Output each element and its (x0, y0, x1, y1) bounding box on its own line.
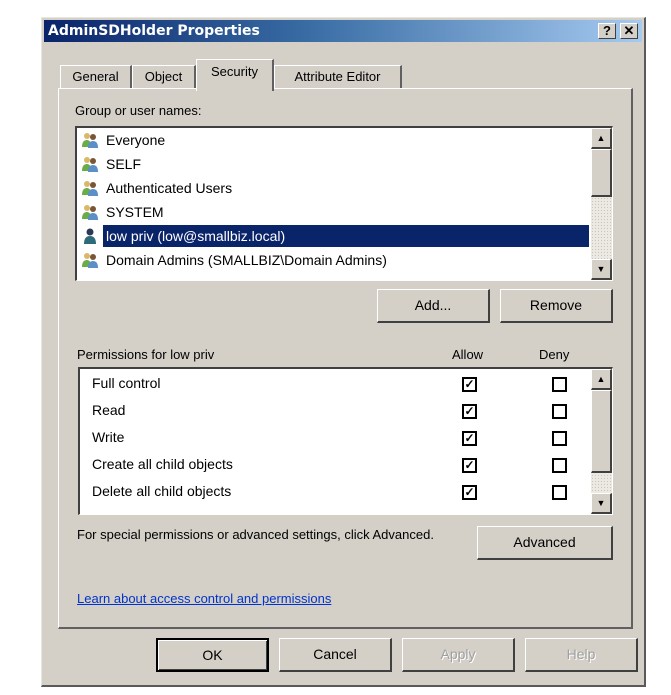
tab-object[interactable]: Object (132, 65, 196, 89)
tab-attribute-editor[interactable]: Attribute Editor (274, 65, 402, 89)
principal-name: Domain Admins (SMALLBIZ\Domain Admins) (106, 252, 387, 268)
permission-row: Read ✓ (80, 398, 612, 425)
group-icon (81, 204, 99, 220)
allow-checkbox[interactable]: ✓ (462, 485, 477, 500)
principal-name: Everyone (106, 132, 166, 148)
ok-button[interactable]: OK (156, 638, 269, 672)
permission-name: Create all child objects (92, 456, 233, 472)
principals-listbox[interactable]: Everyone SELF Authenticated Users SYSTEM low… (75, 126, 613, 281)
permission-row: Write ✓ (80, 425, 612, 452)
tab-general[interactable]: General (60, 65, 132, 89)
scroll-thumb[interactable] (591, 390, 612, 473)
group-icon (81, 132, 99, 148)
advanced-button[interactable]: Advanced (477, 526, 613, 560)
deny-checkbox[interactable] (552, 458, 567, 473)
principal-list-item[interactable]: Everyone (79, 129, 589, 151)
properties-dialog: AdminSDHolder Properties ? ✕ General Obj… (41, 17, 646, 687)
principal-list-item[interactable]: SYSTEM (79, 201, 589, 223)
scroll-up-button[interactable]: ▲ (591, 128, 612, 149)
deny-checkbox[interactable] (552, 431, 567, 446)
security-tab-panel: Group or user names: Everyone SELF Authent… (58, 88, 633, 629)
apply-button[interactable]: Apply (402, 638, 515, 672)
add-button[interactable]: Add... (377, 289, 490, 323)
deny-checkbox[interactable] (552, 485, 567, 500)
permission-row: Create all child objects ✓ (80, 452, 612, 479)
help-title-button[interactable]: ? (598, 23, 616, 39)
principal-name: Authenticated Users (106, 180, 233, 196)
principal-list-item[interactable]: SELF (79, 153, 589, 175)
cancel-button[interactable]: Cancel (279, 638, 392, 672)
scroll-thumb[interactable] (591, 149, 612, 197)
help-button[interactable]: Help (525, 638, 638, 672)
deny-checkbox[interactable] (552, 377, 567, 392)
permission-name: Full control (92, 375, 161, 391)
permissions-for-label: Permissions for low priv (77, 347, 215, 362)
allow-column-header: Allow (452, 347, 484, 362)
learn-access-control-link[interactable]: Learn about access control and permissio… (77, 591, 331, 606)
permission-name: Read (92, 402, 126, 418)
group-icon (81, 156, 99, 172)
scroll-down-button[interactable]: ▼ (591, 259, 612, 280)
principals-scrollbar[interactable]: ▲ ▼ (591, 128, 612, 280)
scroll-down-button[interactable]: ▼ (591, 493, 612, 514)
principal-list-item[interactable]: Authenticated Users (79, 177, 589, 199)
permissions-list: Full control ✓ Read ✓ Write ✓ Create all child… (78, 367, 613, 515)
advanced-help-text: For special permissions or advanced sett… (77, 527, 434, 542)
allow-checkbox[interactable]: ✓ (462, 404, 477, 419)
deny-checkbox[interactable] (552, 404, 567, 419)
permission-name: Write (92, 429, 125, 445)
allow-checkbox[interactable]: ✓ (462, 377, 477, 392)
group-or-user-names-label: Group or user names: (75, 103, 202, 118)
title-bar[interactable]: AdminSDHolder Properties ? ✕ (44, 20, 642, 42)
principal-name: SYSTEM (106, 204, 164, 220)
principal-name: low priv (low@smallbiz.local) (103, 225, 589, 247)
principal-list-item[interactable]: low priv (low@smallbiz.local) (79, 225, 589, 247)
group-icon (81, 252, 99, 268)
scroll-up-button[interactable]: ▲ (591, 369, 612, 390)
allow-checkbox[interactable]: ✓ (462, 431, 477, 446)
permission-name: Delete all child objects (92, 483, 232, 499)
deny-column-header: Deny (539, 347, 570, 362)
principal-name: SELF (106, 156, 142, 172)
remove-button[interactable]: Remove (500, 289, 613, 323)
window-title: AdminSDHolder Properties (48, 23, 260, 39)
group-icon (81, 180, 99, 196)
permission-row: Delete all child objects ✓ (80, 479, 612, 506)
close-button[interactable]: ✕ (620, 23, 638, 39)
principal-list-item[interactable]: Domain Admins (SMALLBIZ\Domain Admins) (79, 249, 589, 271)
user-icon (81, 228, 99, 244)
allow-checkbox[interactable]: ✓ (462, 458, 477, 473)
permission-row: Full control ✓ (80, 371, 612, 398)
tab-security[interactable]: Security (196, 59, 274, 91)
permissions-scrollbar[interactable]: ▲ ▼ (591, 369, 612, 514)
